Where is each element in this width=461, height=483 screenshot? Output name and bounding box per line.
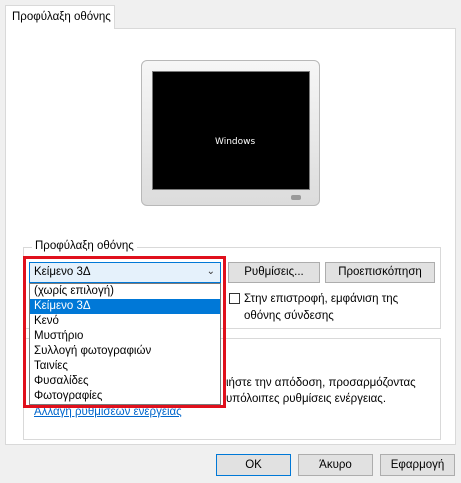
- ok-button[interactable]: OK: [216, 454, 291, 476]
- monitor-power-led: [291, 195, 301, 200]
- resume-logon-checkbox[interactable]: [229, 293, 240, 304]
- preview-screen: Windows: [152, 71, 310, 190]
- monitor-preview: Windows: [141, 60, 320, 206]
- preview-button[interactable]: Προεπισκόπηση: [325, 262, 435, 283]
- settings-button[interactable]: Ρυθμίσεις...: [228, 262, 320, 283]
- annotation-highlight-box: [23, 256, 226, 408]
- screen-logo: Windows: [215, 137, 256, 147]
- resume-logon-label: Στην επιστροφή, εμφάνιση της οθόνης σύνδ…: [244, 293, 399, 322]
- cancel-button[interactable]: Άκυρο: [298, 454, 373, 476]
- apply-button[interactable]: Εφαρμογή: [380, 454, 455, 476]
- tab-screensaver[interactable]: Προφύλαξη οθόνης: [5, 5, 115, 29]
- power-description: ιήστε την απόδοση, προσαρμόζοντας υπόλοι…: [226, 377, 416, 405]
- screensaver-group-label: Προφύλαξη οθόνης: [32, 240, 137, 252]
